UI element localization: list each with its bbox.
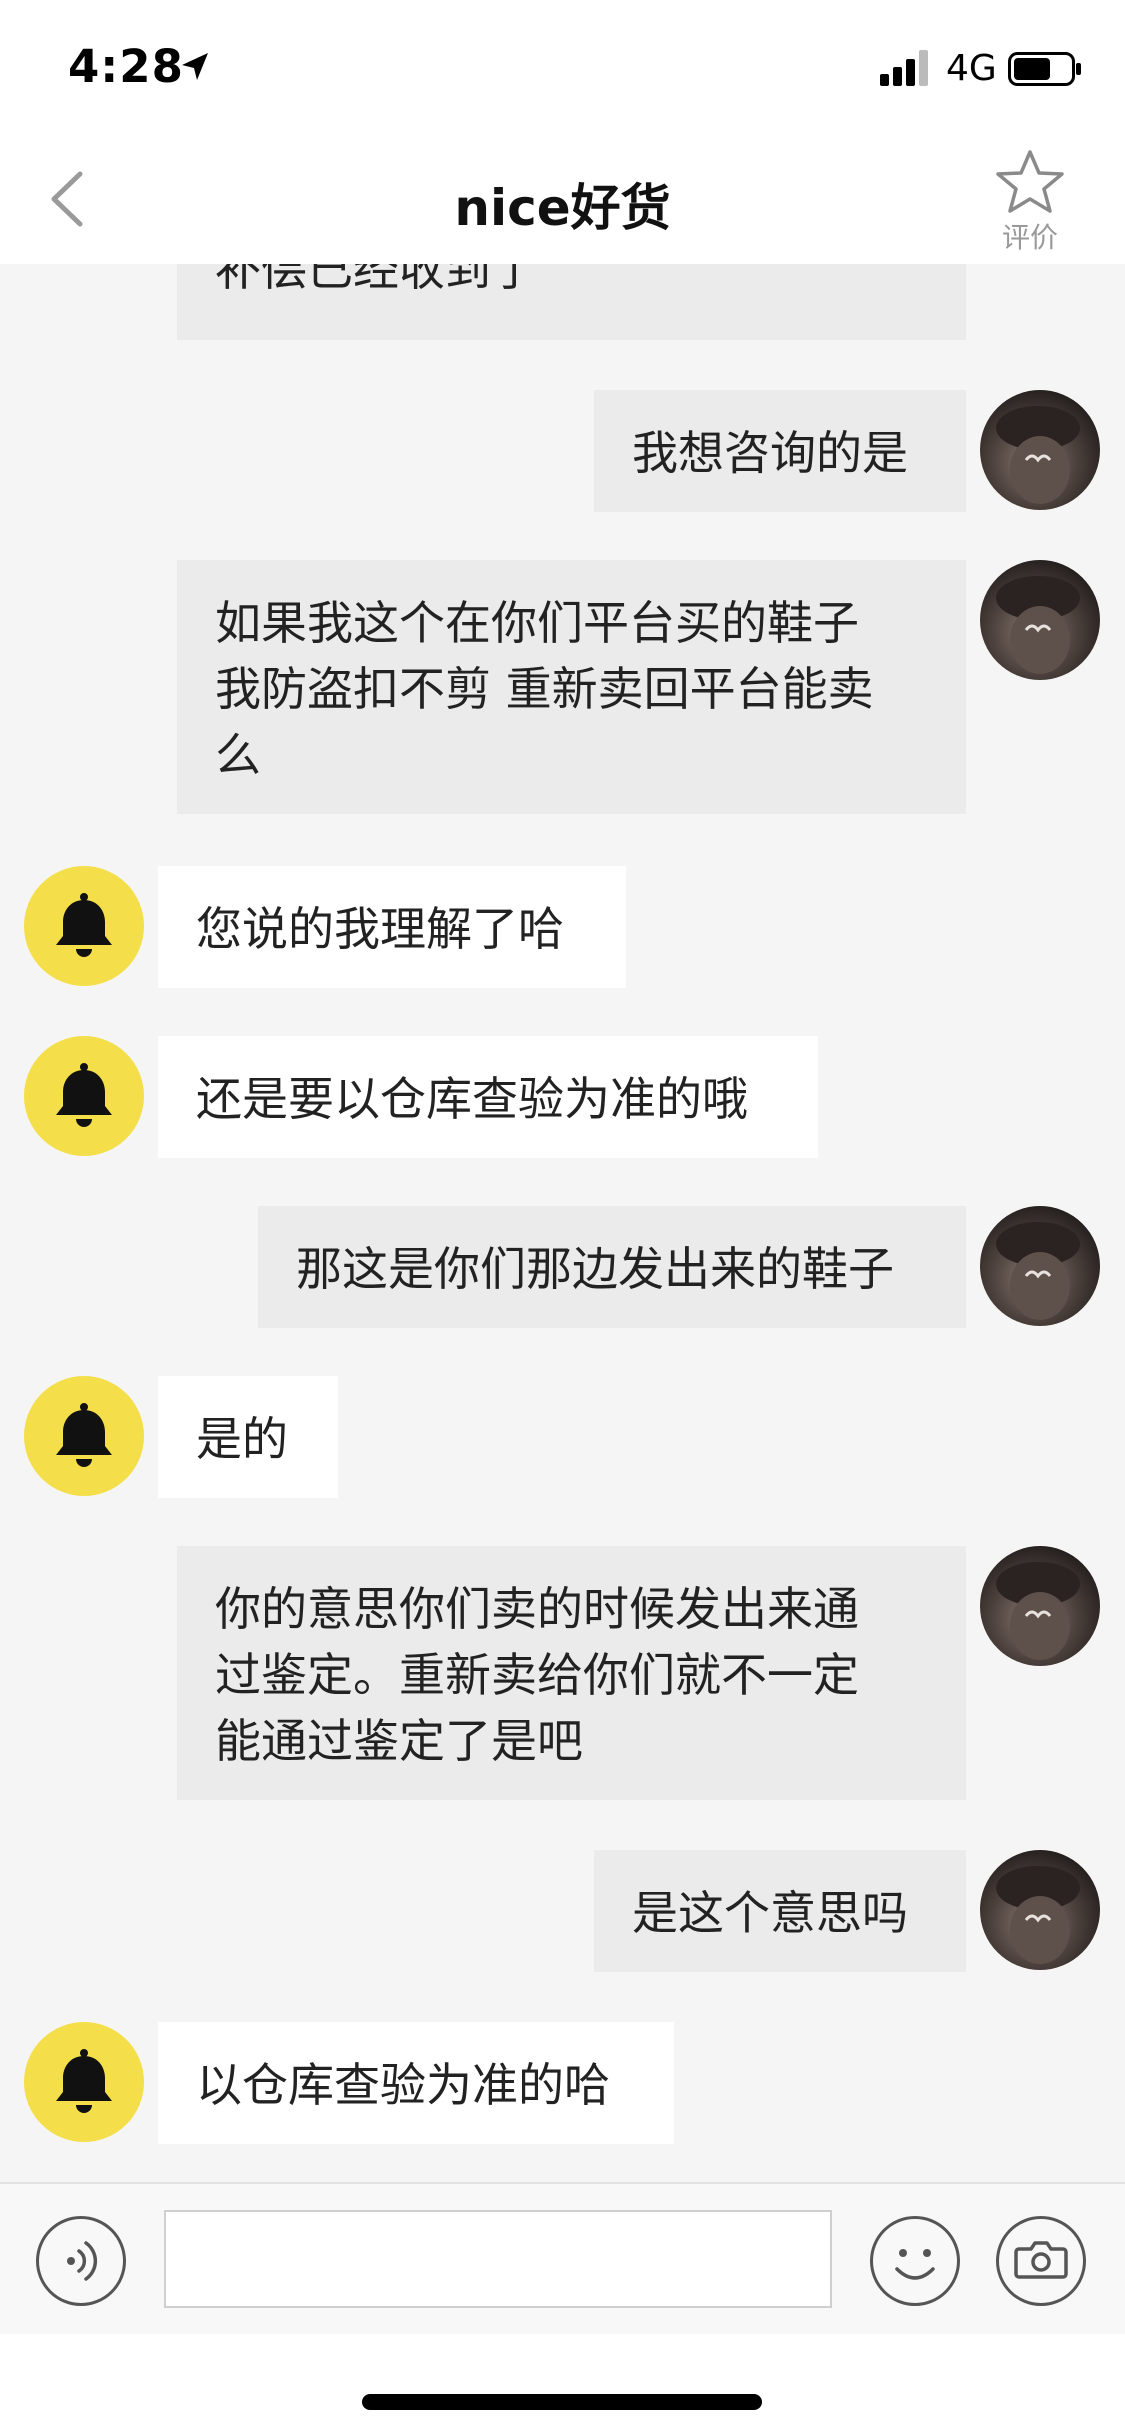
message-line: 还是要以仓库查验为准的哦 [196,1072,748,1126]
message-bubble-bot: 您说的我理解了哈 [158,866,626,988]
bell-icon [56,1403,112,1467]
message-bubble-user: 补偿已经收到了 [177,264,966,340]
message-line: 过鉴定。重新卖给你们就不一定 [215,1648,859,1702]
user-avatar-image [996,1866,1080,1964]
rate-button[interactable]: 评价 [990,148,1070,260]
bell-icon [56,893,112,957]
message-line: 是的 [196,1412,288,1466]
user-avatar-image [996,1562,1080,1660]
status-time: 4:28 [68,40,184,93]
bot-avatar[interactable] [24,1376,144,1496]
message-bubble-user: 如果我这个在你们平台买的鞋子 我防盗扣不剪 重新卖回平台能卖 么 [177,560,966,814]
message-line: 是这个意思吗 [632,1886,908,1940]
message-bubble-user: 那这是你们那边发出来的鞋子 [258,1206,966,1328]
user-avatar[interactable] [980,1850,1100,1970]
message-bubble-user: 我想咨询的是 [594,390,966,512]
user-avatar[interactable] [980,560,1100,680]
message-bubble-bot: 是的 [158,1376,338,1498]
signal-bars-icon [880,50,928,86]
message-line: 补偿已经收到了 [215,264,537,296]
page-title: nice好货 [454,179,671,237]
message-line: 我想咨询的是 [632,426,908,480]
message-input[interactable] [164,2210,832,2308]
user-avatar[interactable] [980,1546,1100,1666]
voice-button[interactable] [36,2216,126,2306]
message-line: 我防盗扣不剪 重新卖回平台能卖 [215,662,874,716]
input-bar [0,2182,1125,2334]
message-bubble-user: 你的意思你们卖的时候发出来通 过鉴定。重新卖给你们就不一定 能通过鉴定了是吧 [177,1546,966,1800]
user-avatar[interactable] [980,390,1100,510]
bell-icon [56,2049,112,2113]
user-avatar-image [996,1222,1080,1320]
network-label: 4G [946,48,997,89]
nav-bar: nice好货 评价 [0,132,1125,264]
message-line: 那这是你们那边发出来的鞋子 [296,1242,894,1296]
camera-icon [1014,2241,1068,2279]
status-bar: 4:28 4G [0,0,1125,132]
bot-avatar[interactable] [24,866,144,986]
message-bubble-user: 是这个意思吗 [594,1850,966,1972]
chat-area[interactable]: 补偿已经收到了 我想咨询的是 如果我这个在你们平台买的鞋子 我防盗扣不剪 重新卖… [0,264,1125,2182]
user-avatar[interactable] [980,1206,1100,1326]
emoji-icon [895,2249,935,2280]
message-line: 么 [215,728,261,782]
rate-label: 评价 [1001,221,1058,254]
voice-icon [67,2241,98,2281]
star-outline-icon [996,150,1064,213]
bot-avatar[interactable] [24,2022,144,2142]
camera-button[interactable] [996,2216,1086,2306]
message-bubble-bot: 还是要以仓库查验为准的哦 [158,1036,818,1158]
message-line: 以仓库查验为准的哈 [196,2058,610,2112]
message-line: 你的意思你们卖的时候发出来通 [215,1582,859,1636]
message-line: 能通过鉴定了是吧 [215,1714,583,1768]
user-avatar-image [996,406,1080,504]
battery-icon [1008,52,1081,86]
location-arrow-icon [182,53,208,80]
message-line: 如果我这个在你们平台买的鞋子 [215,596,859,650]
message-bubble-bot: 以仓库查验为准的哈 [158,2022,674,2144]
user-avatar-image [996,576,1080,674]
bottom-safe-area [0,2334,1125,2436]
emoji-button[interactable] [870,2216,960,2306]
bell-icon [56,1063,112,1127]
message-line: 您说的我理解了哈 [196,902,564,956]
bot-avatar[interactable] [24,1036,144,1156]
home-indicator[interactable] [362,2394,762,2410]
